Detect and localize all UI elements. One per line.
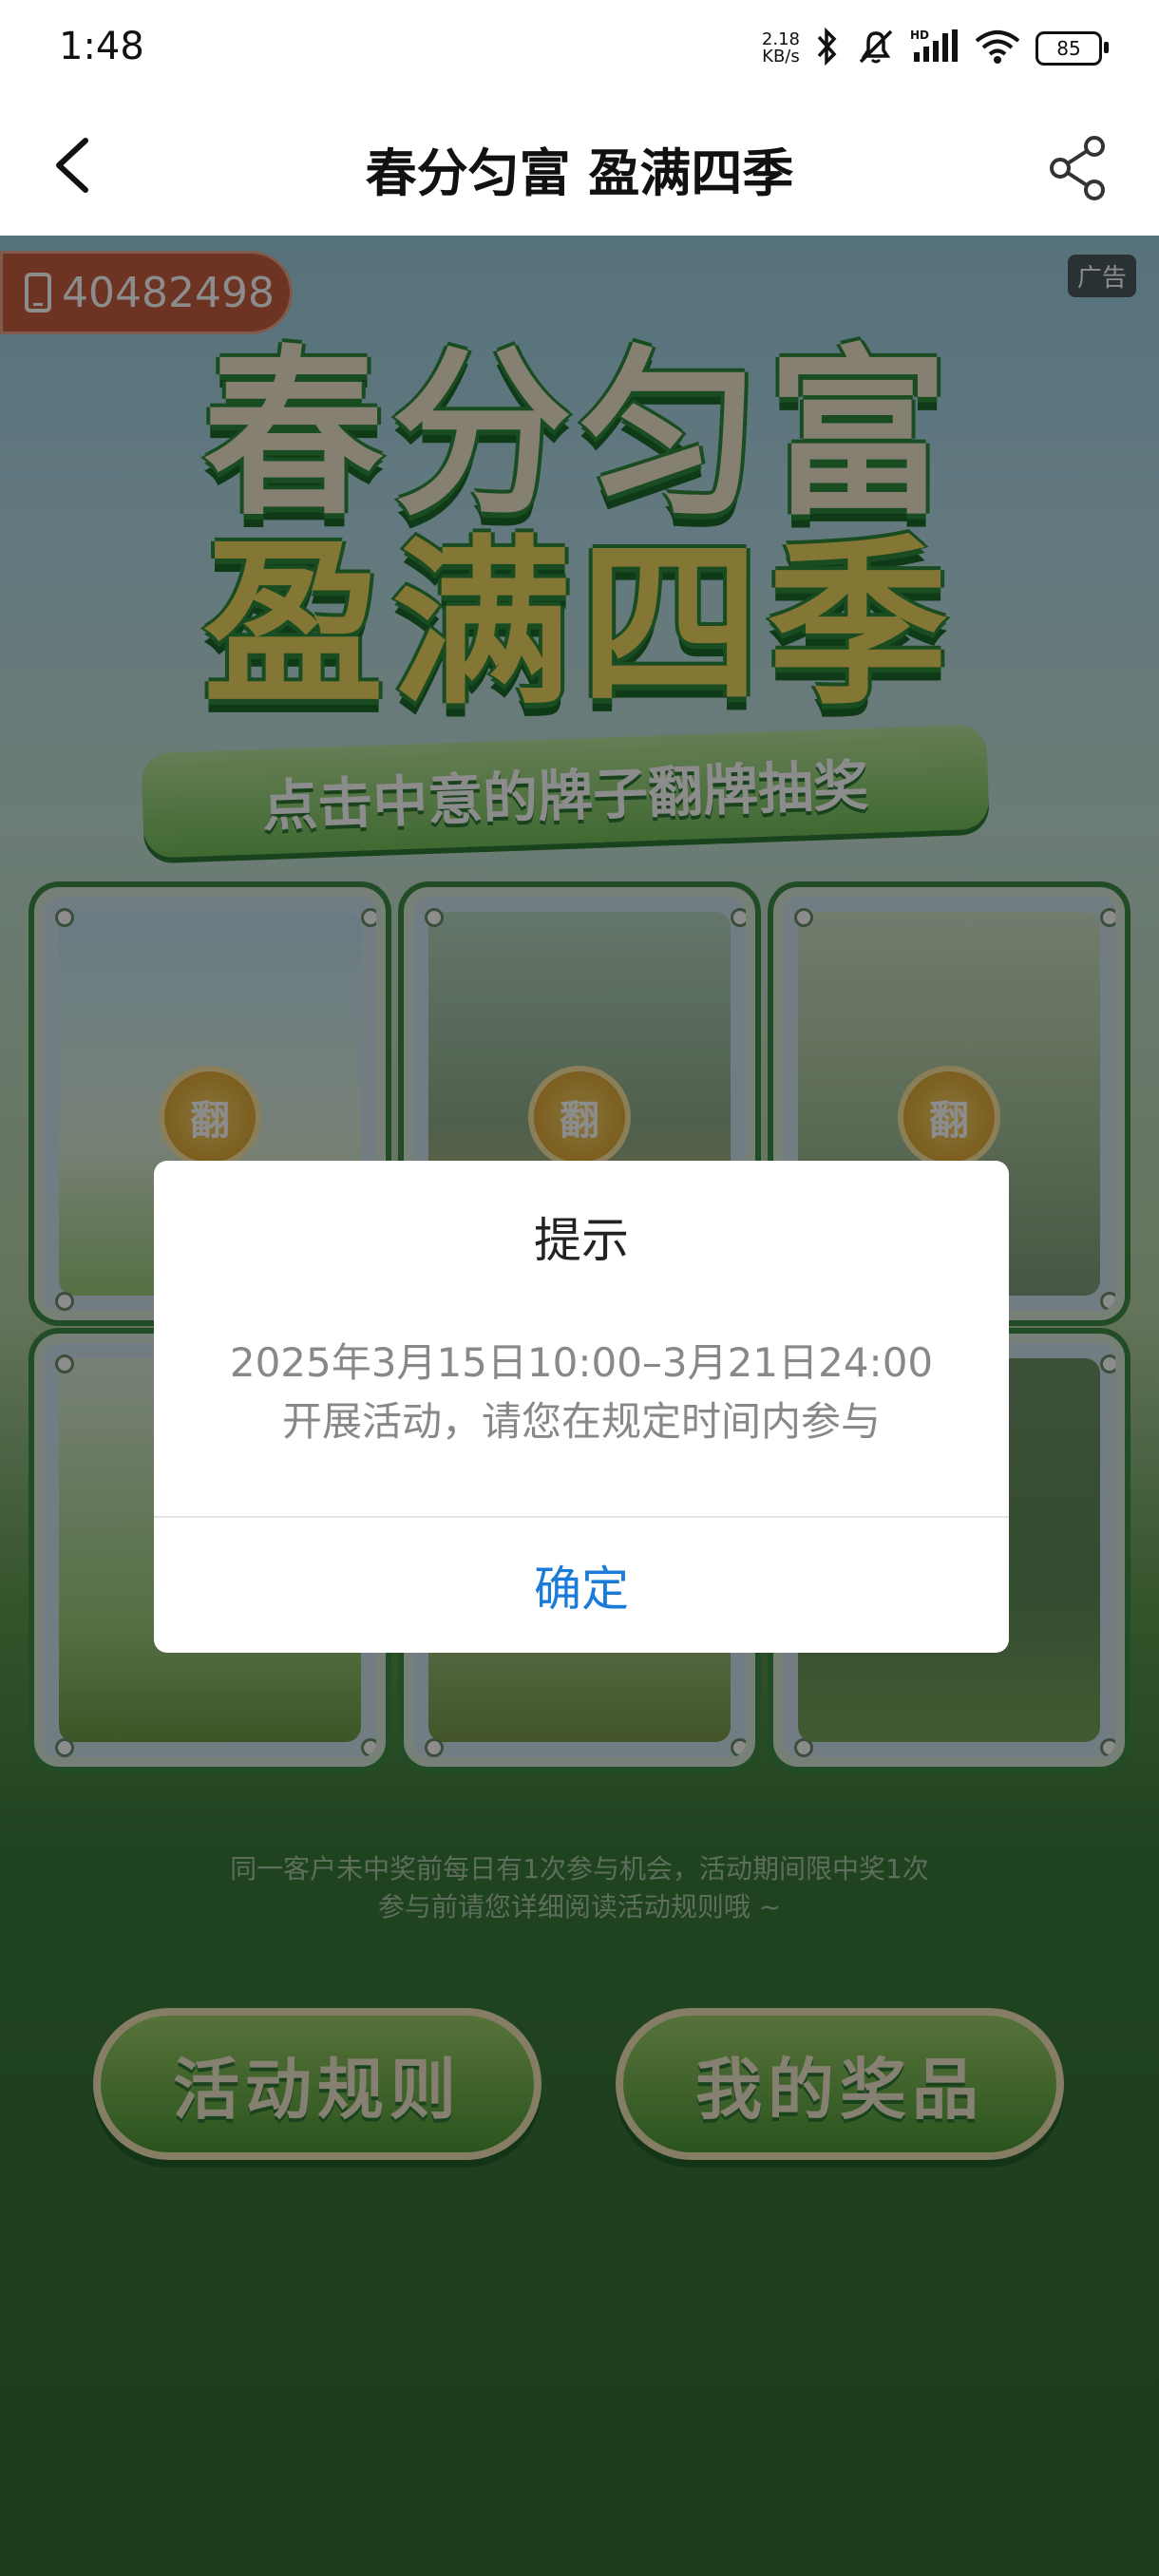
bluetooth-icon <box>813 27 842 69</box>
confirm-button[interactable]: 确定 <box>154 1518 1009 1653</box>
network-speed-unit: KB/s <box>762 47 800 66</box>
dialog-message-line-1: 2025年3月15日10:00–3月21日24:00 <box>229 1339 934 1386</box>
notice-dialog: 提示 2025年3月15日10:00–3月21日24:00 开展活动，请您在规定… <box>154 1161 1009 1653</box>
share-button[interactable] <box>1047 135 1110 201</box>
wifi-icon <box>973 28 1022 69</box>
share-icon <box>1050 136 1105 200</box>
status-icons: 2.18 KB/s HD 85 <box>762 25 1109 72</box>
nav-bar: 春分匀富 盈满四季 <box>0 95 1159 237</box>
signal-icon: HD <box>910 28 960 69</box>
page-title: 春分匀富 盈满四季 <box>365 143 794 203</box>
svg-text:HD: HD <box>910 28 929 42</box>
dialog-message: 2025年3月15日10:00–3月21日24:00 开展活动，请您在规定时间内… <box>192 1334 971 1451</box>
status-time: 1:48 <box>59 25 144 68</box>
dialog-message-line-2: 开展活动，请您在规定时间内参与 <box>281 1398 881 1445</box>
status-bar: 1:48 2.18 KB/s HD 85 <box>0 0 1159 95</box>
network-speed: 2.18 KB/s <box>762 31 800 66</box>
mute-bell-icon <box>855 28 897 69</box>
dialog-title: 提示 <box>534 1213 629 1268</box>
battery-icon: 85 <box>1036 31 1109 66</box>
